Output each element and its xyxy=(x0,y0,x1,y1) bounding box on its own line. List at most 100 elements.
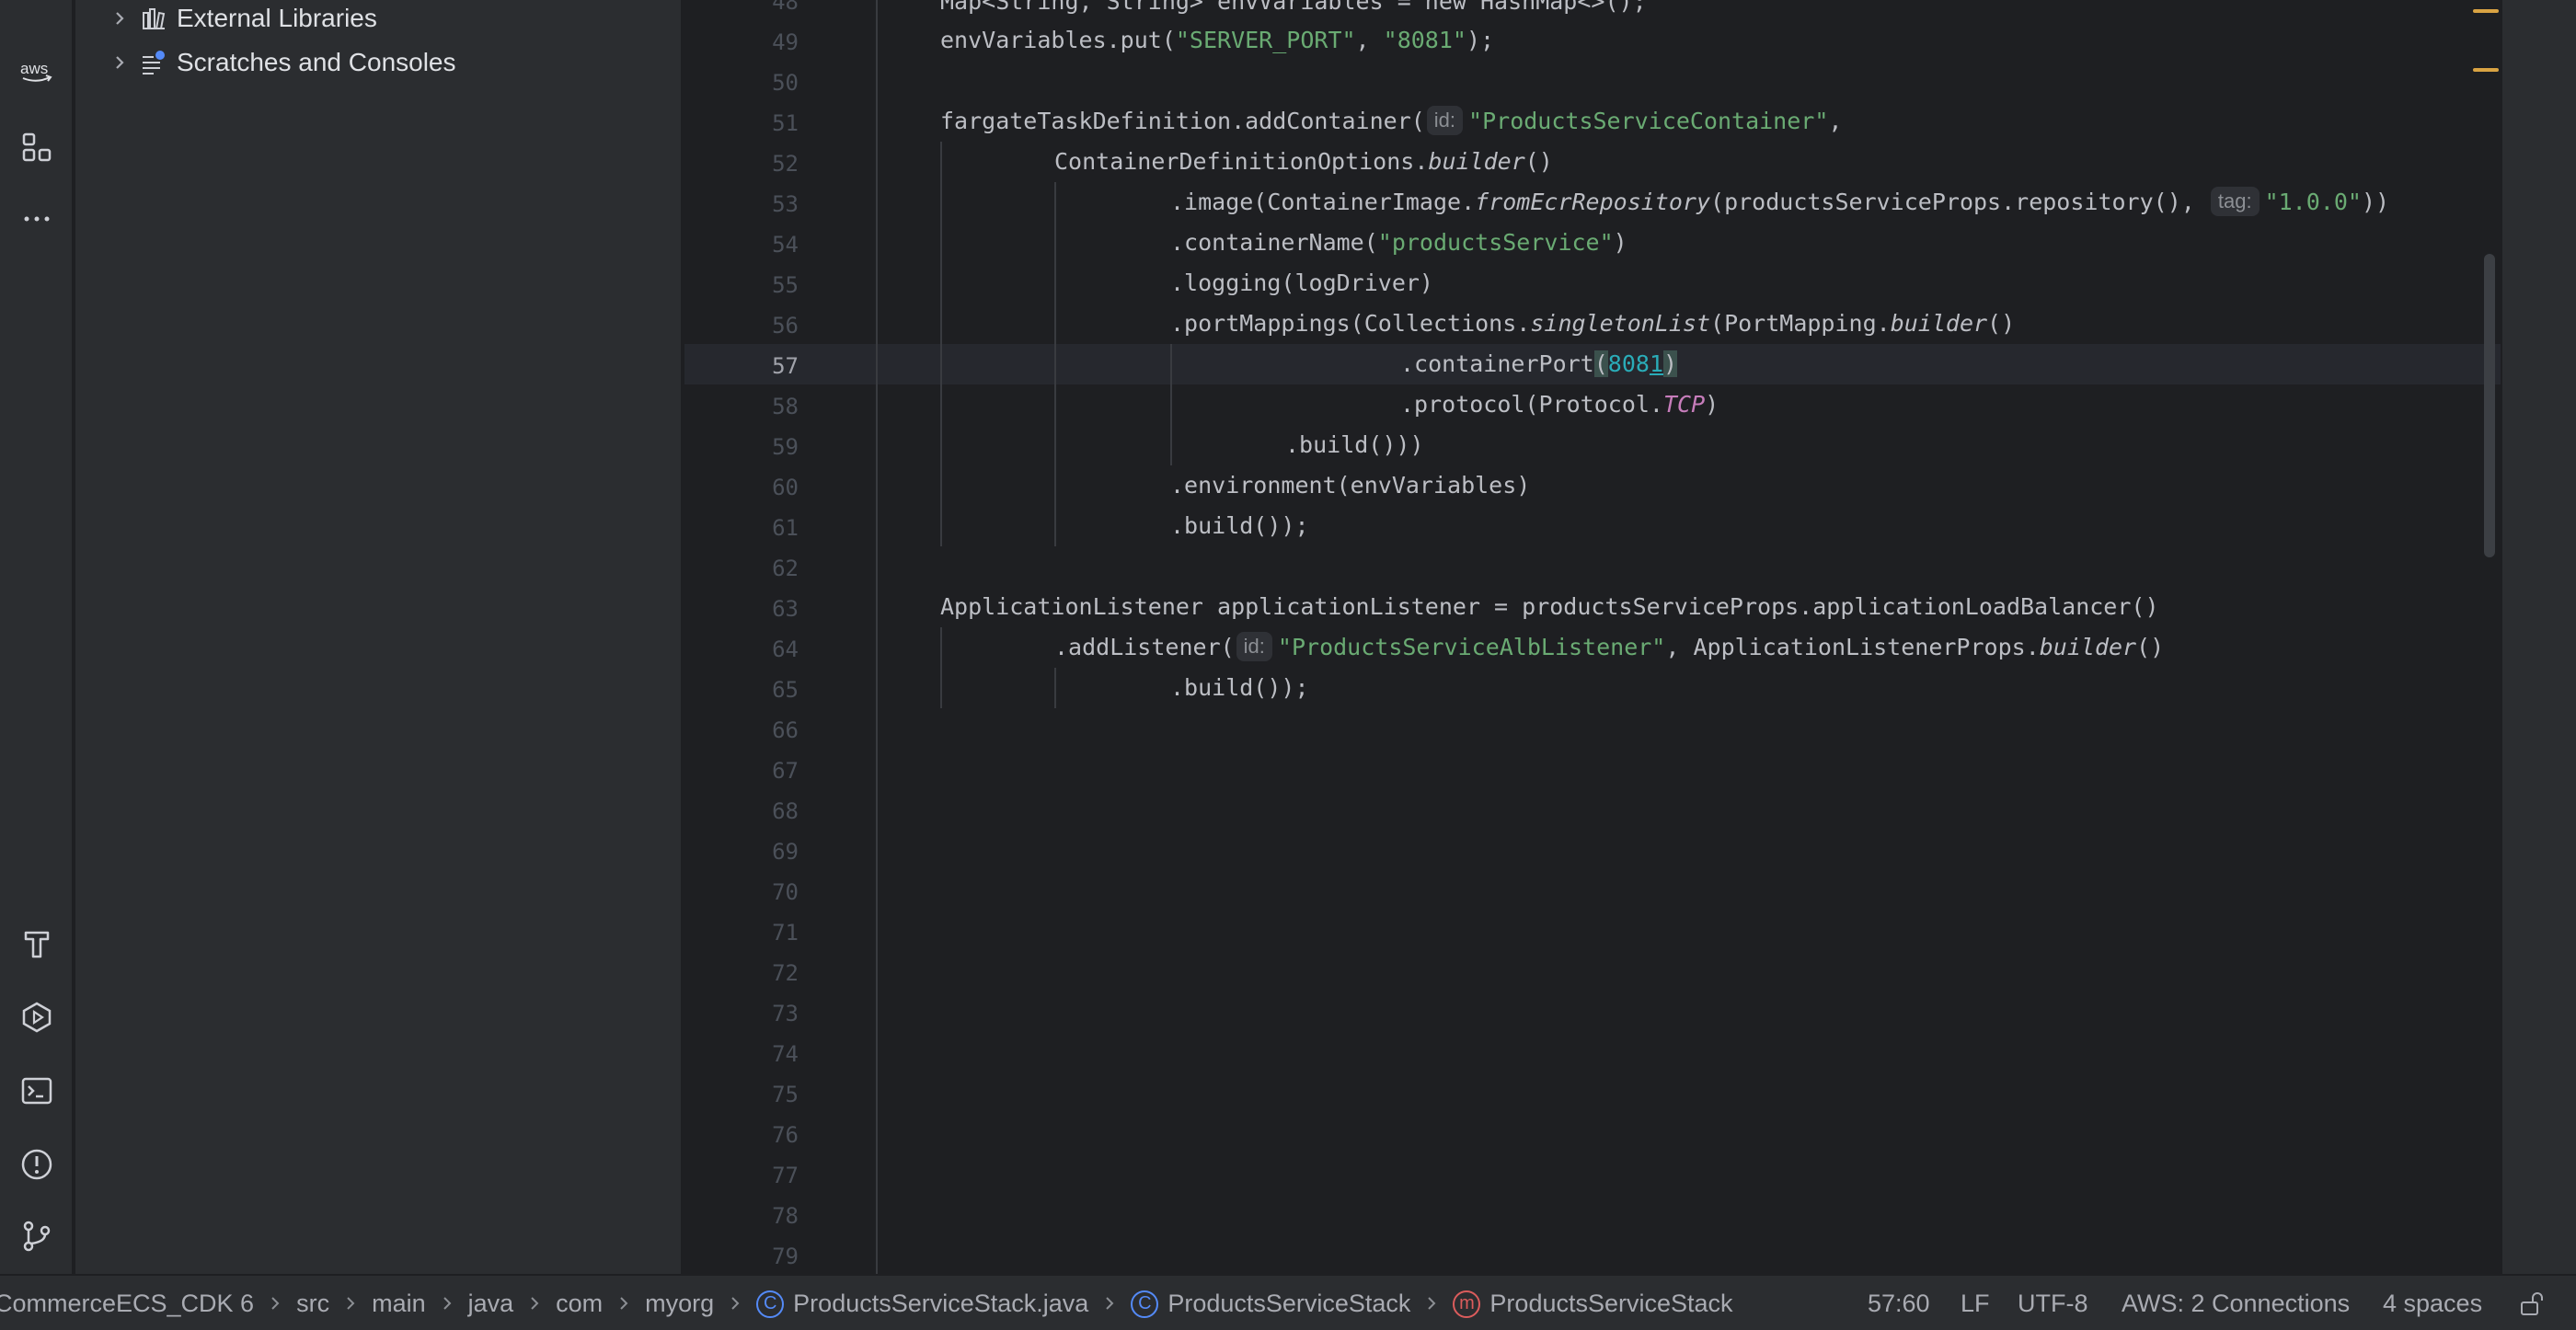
warning-marker[interactable] xyxy=(2473,9,2499,13)
line-number[interactable]: 59 xyxy=(684,427,822,467)
line-number[interactable]: 54 xyxy=(684,224,822,265)
line-number[interactable]: 66 xyxy=(684,710,822,751)
breadcrumb-item[interactable]: myorg xyxy=(645,1290,714,1318)
vertical-scrollbar-thumb[interactable] xyxy=(2484,254,2495,557)
chevron-right-icon[interactable] xyxy=(101,10,138,27)
matched-paren: ) xyxy=(1663,350,1678,377)
line-number[interactable]: 63 xyxy=(684,589,822,629)
code-line-54: .containerName("productsService") xyxy=(822,223,2501,263)
line-number-gutter[interactable]: 48 49 50 51 52 53 54 55 56 57 58 59 60 61 62 63 64 65 66 67… xyxy=(684,0,822,1274)
line-number[interactable]: 69 xyxy=(684,831,822,872)
code-text: ) xyxy=(1613,229,1627,256)
string-literal: "ProductsServiceContainer" xyxy=(1468,108,1829,134)
aws-icon[interactable]: aws xyxy=(13,48,61,96)
tool-window-strip: aws xyxy=(0,0,74,1274)
aws-connections[interactable]: AWS: 2 Connections xyxy=(2122,1276,2350,1330)
terminal-icon[interactable] xyxy=(13,1067,61,1115)
chevron-right-icon xyxy=(441,1290,454,1318)
code-area[interactable]: Map<String, String> envVariables = new H… xyxy=(822,0,2501,1274)
indent-setting[interactable]: 4 spaces xyxy=(2383,1276,2482,1330)
code-text: , ApplicationListenerProps. xyxy=(1665,634,2040,660)
breadcrumb-item[interactable]: C ProductsServiceStack.java xyxy=(756,1290,1088,1318)
line-number[interactable]: 50 xyxy=(684,63,822,103)
chevron-right-icon[interactable] xyxy=(101,54,138,71)
chevron-right-icon xyxy=(1425,1290,1438,1318)
line-number[interactable]: 57 xyxy=(684,346,822,386)
line-number[interactable]: 55 xyxy=(684,265,822,305)
string-literal: "productsService" xyxy=(1377,229,1614,256)
services-icon[interactable] xyxy=(13,993,61,1041)
tree-item-scratches[interactable]: Scratches and Consoles xyxy=(75,41,456,84)
line-ending[interactable]: LF xyxy=(1961,1276,1990,1330)
code-text: .environment(envVariables) xyxy=(1170,472,1531,499)
build-hammer-icon[interactable] xyxy=(13,920,61,968)
file-encoding[interactable]: UTF-8 xyxy=(2018,1276,2088,1330)
line-number[interactable]: 58 xyxy=(684,386,822,427)
code-line-60: .environment(envVariables) xyxy=(822,465,2501,506)
line-number[interactable]: 77 xyxy=(684,1155,822,1196)
warning-marker[interactable] xyxy=(2473,68,2499,72)
code-text: .addListener( xyxy=(1054,634,1235,660)
problems-icon[interactable] xyxy=(13,1141,61,1188)
error-stripe[interactable] xyxy=(2473,0,2501,1274)
line-number[interactable]: 60 xyxy=(684,467,822,508)
code-line-58: .protocol(Protocol.TCP) xyxy=(822,384,2501,425)
more-icon[interactable] xyxy=(13,195,61,243)
line-number[interactable]: 74 xyxy=(684,1034,822,1074)
breadcrumb-item[interactable]: main xyxy=(372,1290,426,1318)
breadcrumb-item[interactable]: C ProductsServiceStack xyxy=(1131,1290,1410,1318)
scratches-icon xyxy=(138,47,169,78)
status-bar: CommerceECS_CDK 6 src main java com myorg C Pro… xyxy=(0,1274,2576,1330)
tree-item-external-libraries[interactable]: External Libraries xyxy=(75,0,377,40)
code-line-65: .build()); xyxy=(822,668,2501,708)
class-icon: C xyxy=(1131,1290,1159,1318)
line-number[interactable]: 70 xyxy=(684,872,822,912)
caret-position[interactable]: 57:60 xyxy=(1868,1276,1930,1330)
line-number[interactable]: 53 xyxy=(684,184,822,224)
line-number[interactable]: 64 xyxy=(684,629,822,670)
code-text: , xyxy=(1355,27,1384,53)
line-number[interactable]: 62 xyxy=(684,548,822,589)
breadcrumb-item[interactable]: src xyxy=(296,1290,329,1318)
line-number[interactable]: 52 xyxy=(684,143,822,184)
line-number[interactable]: 61 xyxy=(684,508,822,548)
breadcrumb-label: ProductsServiceStack xyxy=(1167,1290,1411,1317)
breadcrumb-item[interactable]: com xyxy=(556,1290,603,1318)
code-text: .containerName( xyxy=(1170,229,1378,256)
line-number[interactable]: 51 xyxy=(684,103,822,143)
code-line-53: .image(ContainerImage.fromEcrRepository(… xyxy=(822,182,2501,223)
breadcrumb-item[interactable]: CommerceECS_CDK 6 xyxy=(0,1290,254,1318)
line-number[interactable]: 49 xyxy=(684,22,822,63)
line-number[interactable]: 48 xyxy=(684,0,822,22)
lock-icon[interactable] xyxy=(2518,1276,2546,1330)
code-text: .containerPort xyxy=(1400,350,1594,377)
line-number[interactable]: 68 xyxy=(684,791,822,831)
line-number[interactable]: 75 xyxy=(684,1074,822,1115)
code-text: () xyxy=(1524,148,1553,175)
code-line-51: fargateTaskDefinition.addContainer(id: "P… xyxy=(822,101,2501,142)
matched-paren: ( xyxy=(1593,350,1608,377)
breadcrumb-item[interactable]: java xyxy=(468,1290,514,1318)
line-number[interactable]: 78 xyxy=(684,1196,822,1236)
string-literal: "ProductsServiceAlbListener" xyxy=(1277,634,1666,660)
code-text: .portMappings(Collections. xyxy=(1170,310,1531,337)
code-text: .protocol(Protocol. xyxy=(1400,391,1663,418)
line-number[interactable]: 76 xyxy=(684,1115,822,1155)
git-icon[interactable] xyxy=(13,1212,61,1260)
line-number[interactable]: 79 xyxy=(684,1236,822,1274)
line-number[interactable]: 56 xyxy=(684,305,822,346)
code-text: () xyxy=(2136,634,2165,660)
code-editor[interactable]: 48 49 50 51 52 53 54 55 56 57 58 59 60 61 62 63 64 65 66 67… xyxy=(684,0,2501,1274)
code-line-61: .build()); xyxy=(822,506,2501,546)
code-text: .logging(logDriver) xyxy=(1170,269,1433,296)
line-number[interactable]: 67 xyxy=(684,751,822,791)
line-number[interactable]: 73 xyxy=(684,993,822,1034)
code-line-64: .addListener(id: "ProductsServiceAlbListe… xyxy=(822,627,2501,668)
line-number[interactable]: 72 xyxy=(684,953,822,993)
line-number[interactable]: 65 xyxy=(684,670,822,710)
breadcrumb-label: main xyxy=(372,1290,426,1317)
line-number[interactable]: 71 xyxy=(684,912,822,953)
structure-icon[interactable] xyxy=(13,123,61,171)
breadcrumb-item[interactable]: m ProductsServiceStack xyxy=(1453,1290,1733,1318)
svg-text:aws: aws xyxy=(20,60,48,77)
